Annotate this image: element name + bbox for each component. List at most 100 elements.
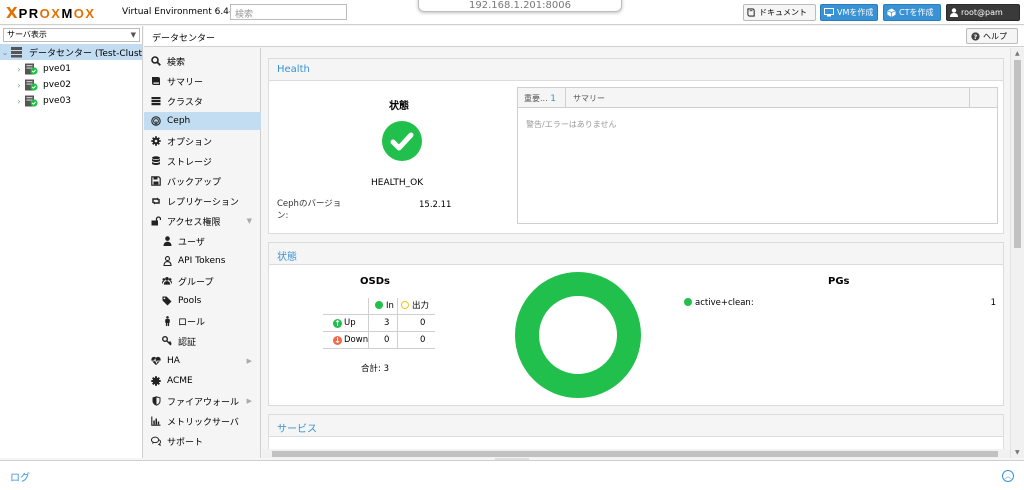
expand-arrow-icon[interactable]: › — [14, 81, 24, 90]
osds-title: OSDs — [360, 276, 390, 287]
floppy-icon — [151, 176, 161, 186]
expand-arrow-icon[interactable]: › — [14, 65, 24, 74]
nav-item-storage[interactable]: ストレージ — [144, 152, 261, 170]
proxmox-logo[interactable]: X PROXMOX — [6, 5, 96, 21]
nav-item-search[interactable]: 検索 — [144, 52, 261, 70]
vertical-scrollbar[interactable]: ▲ ▼ — [1010, 48, 1024, 458]
top-bar: X PROXMOX Virtual Environment 6.4-5 検索 1… — [0, 0, 1024, 25]
tree-item-label: データセンター (Test-Cluster) — [29, 48, 142, 59]
nav-item-acme[interactable]: ACME — [144, 372, 261, 390]
users-icon — [162, 276, 172, 286]
nav-item-metric-server[interactable]: メトリックサーバ — [144, 412, 261, 430]
health-heading: 状態 — [389, 101, 409, 112]
documentation-button[interactable]: ドキュメント — [743, 4, 816, 21]
osd-row-up: ↑ Up — [333, 318, 356, 328]
male-icon — [162, 316, 172, 326]
retweet-icon — [151, 196, 161, 206]
out-status-icon — [401, 301, 409, 309]
tree-item-datacenter[interactable]: ⌄ データセンター (Test-Cluster) — [0, 44, 142, 60]
user-menu-button[interactable]: root@pam — [946, 4, 1020, 21]
unlock-icon — [151, 216, 161, 226]
nav-item-users[interactable]: ユーザ — [144, 232, 261, 250]
ceph-version-label: Cephのバージョン: — [277, 199, 342, 221]
pgs-title: PGs — [828, 276, 850, 287]
scrollbar-thumb[interactable] — [1014, 60, 1021, 248]
config-nav-menu: 検索 サマリー クラスタ Ceph オプション ストレージ バックアップ レプリ… — [144, 48, 261, 458]
nav-item-options[interactable]: オプション — [144, 132, 261, 150]
expand-arrow-icon[interactable]: › — [14, 97, 24, 106]
create-ct-button[interactable]: CTを作成 — [883, 4, 941, 21]
pg-state-row: active+clean: 1 — [684, 298, 996, 308]
nav-item-ha[interactable]: HA ▶ — [144, 352, 261, 370]
pg-state-dot — [684, 298, 692, 306]
create-vm-label: VMを作成 — [837, 8, 874, 17]
scrollbar-thumb[interactable] — [272, 451, 998, 457]
scroll-up-icon[interactable]: ▲ — [1015, 50, 1020, 57]
help-button[interactable]: ? ヘルプ — [966, 28, 1018, 44]
health-panel: 状態 HEALTH_OK Cephのバージョン: 15.2.11 重要... 1… — [268, 80, 1004, 234]
collapse-arrow-icon[interactable]: ⌄ — [0, 48, 10, 57]
horizontal-scrollbar[interactable] — [262, 449, 1010, 458]
certificate-icon — [151, 376, 161, 386]
documentation-label: ドキュメント — [759, 8, 807, 17]
search-input[interactable]: 検索 — [230, 4, 347, 20]
sort-indicator: 1 — [550, 94, 556, 104]
chevron-down-icon[interactable]: ▼ — [247, 217, 252, 225]
nav-item-cluster[interactable]: クラスタ — [144, 92, 261, 110]
tree-item-node-pve02[interactable]: › pve02 — [0, 77, 142, 93]
osd-up-out-value: 0 — [420, 318, 426, 328]
gear-icon — [151, 136, 161, 146]
nav-item-label: バックアップ — [167, 177, 222, 188]
nav-item-replication[interactable]: レプリケーション — [144, 192, 261, 210]
column-header-severity[interactable]: 重要... 1 — [518, 88, 566, 107]
chevron-right-icon[interactable]: ▶ — [247, 397, 252, 405]
nav-item-label: ユーザ — [178, 237, 205, 248]
nav-item-permissions[interactable]: アクセス権限 ▼ — [144, 212, 261, 230]
view-selector[interactable]: サーバ表示 ▼ — [3, 28, 140, 42]
comments-icon — [151, 436, 161, 446]
content-header: データセンター ? ヘルプ — [144, 26, 1024, 47]
node-online-icon — [24, 63, 38, 75]
nav-item-backup[interactable]: バックアップ — [144, 172, 261, 190]
osd-col-in: In — [375, 298, 394, 315]
scroll-down-icon[interactable]: ▼ — [1015, 449, 1020, 456]
nav-item-firewall[interactable]: ファイアウォール ▶ — [144, 392, 261, 410]
grid-header: 重要... 1 サマリー — [518, 88, 997, 108]
status-panel: OSDs In 出力 ↑ Up 3 0 ↓ Down 0 0 合計: 3 PGs a… — [268, 264, 1004, 406]
content-title: データセンター — [152, 34, 216, 44]
nav-item-api-tokens[interactable]: API Tokens — [144, 252, 261, 270]
nav-item-label: グループ — [178, 277, 214, 288]
nav-item-ceph[interactable]: Ceph — [144, 112, 261, 130]
nav-item-label: ファイアウォール — [167, 397, 240, 408]
tree-item-node-pve03[interactable]: › pve03 — [0, 93, 142, 109]
create-vm-button[interactable]: VMを作成 — [820, 4, 878, 21]
column-divider — [969, 88, 970, 107]
check-circle-icon — [382, 121, 422, 161]
in-status-icon — [375, 301, 383, 309]
nav-item-label: オプション — [167, 137, 213, 148]
nav-item-label: API Tokens — [178, 256, 226, 266]
desktop-icon — [824, 8, 834, 17]
nav-item-summary[interactable]: サマリー — [144, 72, 261, 90]
version-label: Virtual Environment 6.4-5 — [122, 7, 238, 17]
nav-item-roles[interactable]: ロール — [144, 312, 261, 330]
health-warnings-grid: 重要... 1 サマリー 警告/エラーはありません — [517, 87, 998, 224]
ceph-icon — [151, 116, 161, 126]
nav-item-label: ロール — [178, 317, 206, 328]
nav-item-label: HA — [167, 356, 180, 366]
nav-item-support[interactable]: サポート — [144, 432, 261, 450]
svg-text:?: ? — [974, 33, 978, 40]
expand-up-icon[interactable]: ︿ — [1002, 470, 1014, 482]
nav-item-groups[interactable]: グループ — [144, 272, 261, 290]
nav-item-label: クラスタ — [167, 97, 203, 108]
pgs-donut-chart[interactable] — [515, 272, 641, 398]
nav-item-authentication[interactable]: 認証 — [144, 332, 261, 350]
nav-item-pools[interactable]: Pools — [144, 292, 261, 310]
osds-total: 合計: 3 — [361, 364, 389, 374]
chevron-right-icon[interactable]: ▶ — [247, 357, 252, 365]
tree-item-node-pve01[interactable]: › pve01 — [0, 61, 142, 77]
server-icon — [151, 96, 161, 106]
column-header-summary[interactable]: サマリー — [573, 93, 605, 104]
table-divider — [368, 298, 369, 348]
view-selector-value: サーバ表示 — [7, 30, 47, 39]
